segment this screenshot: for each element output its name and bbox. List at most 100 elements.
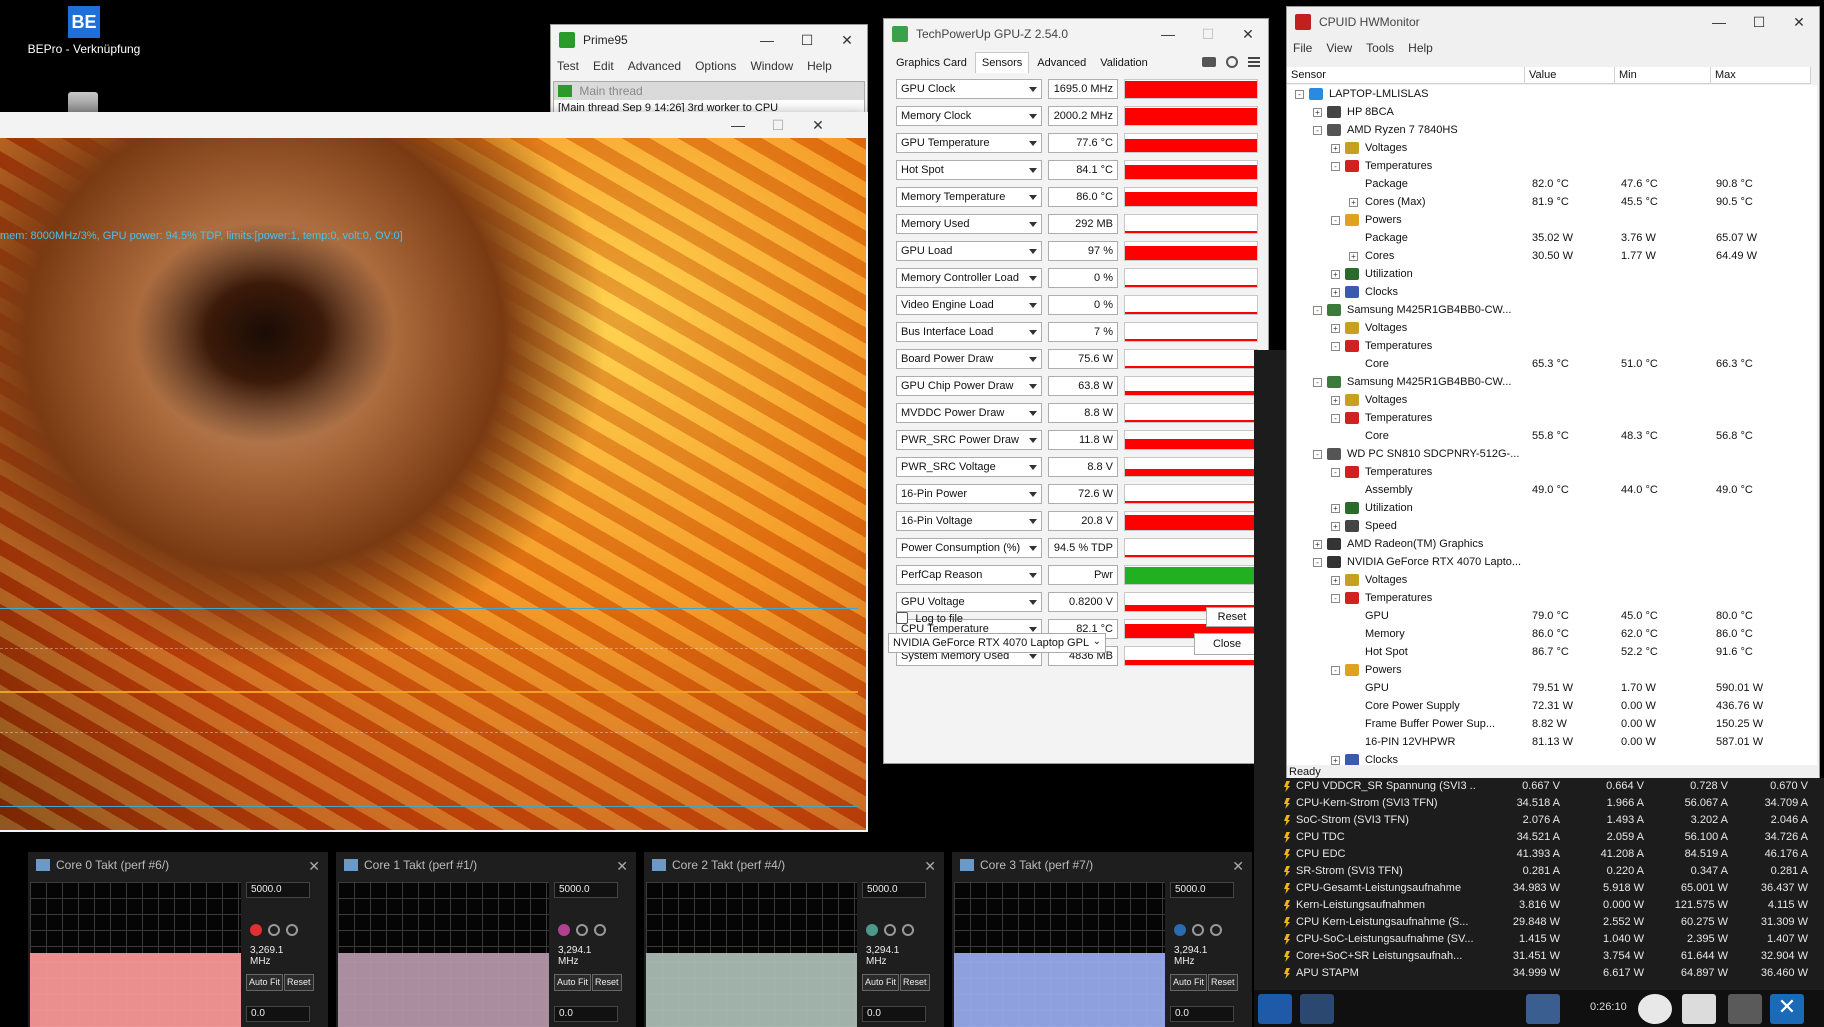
- hwinfo-sensor-row[interactable]: CPU-Gesamt-Leistungsaufnahme 34.983 W 5.91…: [1254, 880, 1824, 897]
- tab-advanced[interactable]: Advanced: [1031, 53, 1092, 73]
- tree-node[interactable]: + Voltages: [1287, 572, 1817, 590]
- tree-node[interactable]: + Clocks: [1287, 284, 1817, 302]
- menu-icon[interactable]: [1248, 57, 1260, 67]
- sensor-value-row[interactable]: 16-PIN 12VHPWR 81.13 W 0.00 W 587.01 W: [1287, 734, 1817, 752]
- hwinfo-sensor-row[interactable]: SR-Strom (SVI3 TFN) 0.281 A 0.220 A 0.347 A…: [1254, 863, 1824, 880]
- sensor-name-select[interactable]: PWR_SRC Power Draw: [896, 430, 1042, 450]
- sensor-value-row[interactable]: + Cores (Max) 81.9 °C 45.5 °C 90.5 °C: [1287, 194, 1817, 212]
- core-clock-gadget[interactable]: Core 1 Takt (perf #1/) ✕ 5000.0 3,294.1 MHz…: [336, 852, 636, 1027]
- sensor-value-row[interactable]: Hot Spot 86.7 °C 52.2 °C 91.6 °C: [1287, 644, 1817, 662]
- auto-fit-button[interactable]: Auto Fit: [1170, 974, 1208, 991]
- menu-options[interactable]: Options: [695, 59, 736, 73]
- tree-node[interactable]: - Temperatures: [1287, 338, 1817, 356]
- sensor-name-select[interactable]: GPU Voltage: [896, 592, 1042, 612]
- menu-test[interactable]: Test: [557, 59, 579, 73]
- log-to-file-checkbox[interactable]: Log to file: [896, 611, 963, 625]
- tree-node[interactable]: + Voltages: [1287, 320, 1817, 338]
- maximize-icon[interactable]: ☐: [787, 25, 827, 55]
- close-icon[interactable]: ✕: [1770, 994, 1804, 1024]
- sensor-name-select[interactable]: GPU Load: [896, 241, 1042, 261]
- close-icon[interactable]: ✕: [616, 858, 628, 875]
- hwmonitor-titlebar[interactable]: CPUID HWMonitor — ☐ ✕: [1287, 7, 1819, 37]
- sensor-name-select[interactable]: Memory Controller Load: [896, 268, 1042, 288]
- sensor-name-select[interactable]: Bus Interface Load: [896, 322, 1042, 342]
- gpu-device-select[interactable]: NVIDIA GeForce RTX 4070 Laptop GPL ⌄: [888, 633, 1106, 653]
- menu-edit[interactable]: Edit: [593, 59, 614, 73]
- minimize-icon[interactable]: —: [747, 25, 787, 55]
- sensor-name-select[interactable]: Power Consumption (%): [896, 538, 1042, 558]
- sensor-value-row[interactable]: Core Power Supply 72.31 W 0.00 W 436.76 W: [1287, 698, 1817, 716]
- collapse-icon[interactable]: -: [1313, 306, 1322, 315]
- collapse-icon[interactable]: -: [1331, 414, 1340, 423]
- tree-node[interactable]: - Powers: [1287, 212, 1817, 230]
- tree-node[interactable]: + Speed: [1287, 518, 1817, 536]
- color-dot-2[interactable]: [576, 924, 588, 936]
- expand-icon[interactable]: +: [1331, 756, 1340, 765]
- color-dot-1[interactable]: [558, 924, 570, 936]
- sensor-value-row[interactable]: GPU 79.51 W 1.70 W 590.01 W: [1287, 680, 1817, 698]
- core-clock-gadget[interactable]: Core 0 Takt (perf #6/) ✕ 5000.0 3,269.1 MHz…: [28, 852, 328, 1027]
- column-min[interactable]: Min: [1615, 67, 1711, 83]
- menu-window[interactable]: Window: [750, 59, 793, 73]
- auto-fit-button[interactable]: Auto Fit: [246, 974, 284, 991]
- gpuz-titlebar[interactable]: TechPowerUp GPU-Z 2.54.0 — ☐ ✕: [884, 19, 1268, 49]
- reset-button[interactable]: Reset: [900, 974, 930, 991]
- nav-left-right-icon[interactable]: [1258, 994, 1292, 1024]
- tree-node[interactable]: - Temperatures: [1287, 464, 1817, 482]
- color-dot-3[interactable]: [902, 924, 914, 936]
- auto-fit-button[interactable]: Auto Fit: [554, 974, 592, 991]
- hwmonitor-sensor-tree[interactable]: - LAPTOP-LMLISLAS + HP 8BCA - AMD Ryzen 7 784…: [1287, 85, 1817, 765]
- report-icon[interactable]: [1682, 994, 1716, 1024]
- menu-tools[interactable]: Tools: [1366, 41, 1394, 55]
- sensor-value-row[interactable]: Core 55.8 °C 48.3 °C 56.8 °C: [1287, 428, 1817, 446]
- color-dot-1[interactable]: [866, 924, 878, 936]
- sensor-name-select[interactable]: Video Engine Load: [896, 295, 1042, 315]
- reset-button[interactable]: Reset: [1206, 607, 1258, 627]
- menu-view[interactable]: View: [1326, 41, 1352, 55]
- hwinfo-sensor-row[interactable]: Kern-Leistungsaufnahmen 3.816 W 0.000 W 121…: [1254, 897, 1824, 914]
- minimize-icon[interactable]: —: [1148, 19, 1188, 49]
- hwinfo-sensor-row[interactable]: CPU-SoC-Leistungsaufnahme (SV... 1.415 W 1…: [1254, 931, 1824, 948]
- tree-node[interactable]: + HP 8BCA: [1287, 104, 1817, 122]
- collapse-icon[interactable]: -: [1331, 342, 1340, 351]
- gadget-color-selector[interactable]: [1174, 924, 1228, 939]
- sensor-name-select[interactable]: GPU Temperature: [896, 133, 1042, 153]
- sensor-value-row[interactable]: Package 82.0 °C 47.6 °C 90.8 °C: [1287, 176, 1817, 194]
- menu-help[interactable]: Help: [807, 59, 832, 73]
- sensor-value-row[interactable]: Memory 86.0 °C 62.0 °C 86.0 °C: [1287, 626, 1817, 644]
- color-dot-1[interactable]: [250, 924, 262, 936]
- hwinfo-sensor-row[interactable]: CPU TDC 34.521 A 2.059 A 56.100 A 34.726 A: [1254, 829, 1824, 846]
- nav-collapse-icon[interactable]: [1300, 994, 1334, 1024]
- menu-file[interactable]: File: [1293, 41, 1312, 55]
- network-icon[interactable]: [1526, 994, 1560, 1024]
- collapse-icon[interactable]: -: [1331, 216, 1340, 225]
- sensor-name-select[interactable]: Memory Used: [896, 214, 1042, 234]
- tree-node[interactable]: + Voltages: [1287, 392, 1817, 410]
- desktop-shortcut-bepro[interactable]: BE BEPro - Verknüpfung: [24, 6, 144, 56]
- color-dot-3[interactable]: [1210, 924, 1222, 936]
- sensor-name-select[interactable]: Hot Spot: [896, 160, 1042, 180]
- tree-node[interactable]: - WD PC SN810 SDCPNRY-512G-...: [1287, 446, 1817, 464]
- collapse-icon[interactable]: -: [1331, 666, 1340, 675]
- close-icon[interactable]: ✕: [1228, 19, 1268, 49]
- sensor-value-row[interactable]: Core 65.3 °C 51.0 °C 66.3 °C: [1287, 356, 1817, 374]
- sensor-name-select[interactable]: 16-Pin Power: [896, 484, 1042, 504]
- gadget-color-selector[interactable]: [866, 924, 920, 939]
- sensor-name-select[interactable]: PWR_SRC Voltage: [896, 457, 1042, 477]
- collapse-icon[interactable]: -: [1313, 450, 1322, 459]
- column-max[interactable]: Max: [1711, 67, 1811, 83]
- expand-icon[interactable]: +: [1331, 144, 1340, 153]
- gadget-color-selector[interactable]: [558, 924, 612, 939]
- sensor-name-select[interactable]: GPU Clock: [896, 79, 1042, 99]
- collapse-icon[interactable]: -: [1313, 378, 1322, 387]
- expand-icon[interactable]: +: [1331, 324, 1340, 333]
- maximize-icon[interactable]: ☐: [1188, 19, 1228, 49]
- hwinfo-sensor-row[interactable]: Core+SoC+SR Leistungsaufnah... 31.451 W 3.…: [1254, 948, 1824, 965]
- sensor-name-select[interactable]: PerfCap Reason: [896, 565, 1042, 585]
- sensor-name-select[interactable]: Board Power Draw: [896, 349, 1042, 369]
- sensor-value-row[interactable]: Package 35.02 W 3.76 W 65.07 W: [1287, 230, 1817, 248]
- tree-node[interactable]: - Temperatures: [1287, 158, 1817, 176]
- tab-graphics-card[interactable]: Graphics Card: [890, 53, 973, 73]
- close-icon[interactable]: ✕: [1232, 858, 1244, 875]
- expand-icon[interactable]: +: [1331, 576, 1340, 585]
